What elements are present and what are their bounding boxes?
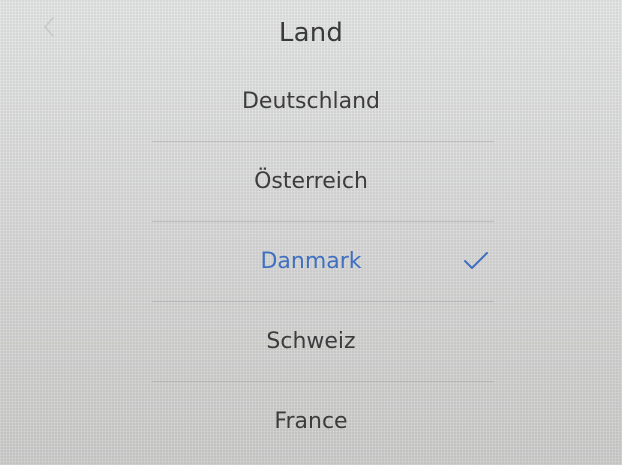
list-item-label: Schweiz [266,329,356,354]
list-item-label: Danmark [260,249,362,274]
list-item-label: Deutschland [241,89,381,114]
country-list: Deutschland Österreich Danmark Schweiz F… [0,62,622,462]
list-item-label: Österreich [254,169,368,194]
header: Land [0,0,622,68]
page-title: Land [278,18,344,48]
list-item-osterreich[interactable]: Österreich [0,142,622,222]
list-item-label: France [274,409,348,434]
list-item-danmark[interactable]: Danmark [0,222,622,302]
checkmark-icon [462,250,490,272]
list-item-deutschland[interactable]: Deutschland [0,62,622,142]
list-item-france[interactable]: France [0,382,622,462]
country-selection-screen: Land Deutschland Österreich Danmark Schw… [0,0,622,465]
list-item-schweiz[interactable]: Schweiz [0,302,622,382]
